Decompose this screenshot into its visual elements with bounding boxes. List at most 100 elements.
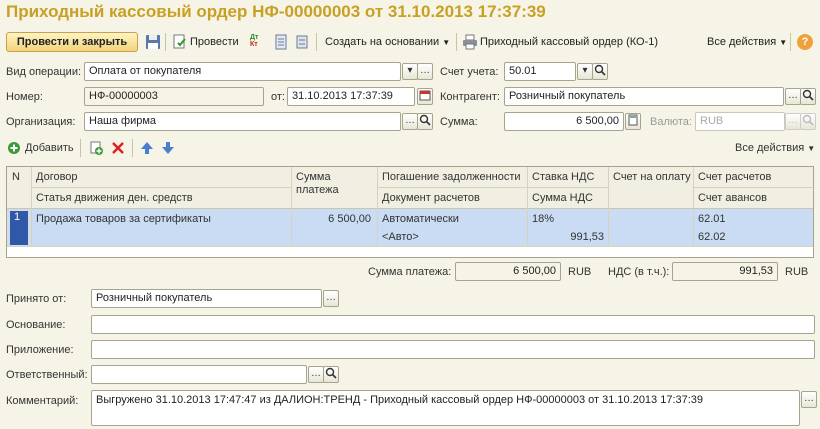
cell-advance-account[interactable]: 62.02 — [695, 231, 726, 243]
cell-settlement-doc[interactable]: <Авто> — [379, 231, 419, 243]
col-header-invoice[interactable]: Счет на оплату — [610, 171, 691, 183]
received-from-field[interactable]: Розничный покупатель — [91, 289, 322, 308]
col-header-vat-rate[interactable]: Ставка НДС — [529, 171, 594, 183]
col-header-contract[interactable]: Договор — [33, 171, 78, 183]
search-icon[interactable] — [592, 63, 608, 80]
received-from-label: Принято от: — [6, 293, 67, 305]
add-row-button[interactable]: Добавить — [25, 142, 74, 154]
table-all-actions-label: Все действия — [735, 142, 805, 154]
chevron-down-icon: ▼ — [442, 38, 451, 47]
red-x-icon[interactable] — [110, 140, 126, 156]
table-all-actions-menu[interactable]: Все действия ▼ — [735, 142, 815, 154]
cell-payment-sum[interactable]: 6 500,00 — [293, 213, 373, 225]
arrow-down-icon[interactable] — [160, 140, 176, 156]
post-and-close-button[interactable]: Провести и закрыть — [6, 32, 138, 52]
counterparty-select-button[interactable]: … — [785, 88, 801, 105]
col-header-settle-account[interactable]: Счет расчетов — [695, 171, 771, 183]
attachment-field[interactable] — [91, 340, 815, 359]
plus-circle-icon[interactable] — [7, 141, 21, 155]
number-field[interactable]: НФ-00000003 — [84, 87, 264, 106]
responsible-field[interactable] — [91, 365, 307, 384]
calculator-icon[interactable] — [625, 113, 641, 130]
col-header-advance-account[interactable]: Счет авансов — [695, 192, 767, 204]
total-vat-field: 991,53 — [672, 262, 778, 281]
cell-contract[interactable]: Продажа товаров за сертификаты — [33, 213, 211, 225]
attachment-label: Приложение: — [6, 344, 74, 356]
print-form-button[interactable]: Приходный кассовый ордер (КО-1) — [480, 32, 658, 52]
column-divider — [608, 167, 609, 246]
account-dropdown-button[interactable]: ▾ — [577, 63, 593, 80]
total-vat-label: НДС (в т.ч.): — [608, 266, 670, 278]
total-payment-label: Сумма платежа: — [368, 266, 452, 278]
currency-select-button: … — [785, 113, 801, 130]
total-vat-currency: RUB — [785, 266, 809, 278]
currency-label: Валюта: — [650, 116, 692, 128]
account-field[interactable]: 50.01 — [504, 62, 576, 81]
search-icon — [800, 113, 816, 130]
toolbar-separator — [456, 33, 457, 51]
operation-field[interactable]: Оплата от покупателя — [84, 62, 401, 81]
search-icon[interactable] — [417, 113, 433, 130]
column-divider — [31, 167, 32, 246]
post-button[interactable]: Провести — [190, 32, 239, 52]
counterparty-label: Контрагент: — [440, 91, 500, 103]
organization-field[interactable]: Наша фирма — [84, 112, 401, 131]
number-label: Номер: — [6, 91, 43, 103]
column-divider — [377, 167, 378, 246]
comment-open-button[interactable]: … — [801, 391, 817, 408]
col-header-settlement-doc[interactable]: Документ расчетов — [379, 192, 480, 204]
copy-add-icon[interactable] — [88, 140, 104, 156]
structure-icon[interactable] — [294, 34, 310, 50]
sum-field[interactable]: 6 500,00 — [504, 112, 624, 131]
calendar-icon[interactable] — [417, 88, 433, 105]
header-divider — [377, 187, 608, 188]
chevron-down-icon: ▼ — [807, 144, 816, 153]
create-based-on-button[interactable]: Создать на основании ▼ — [325, 32, 450, 52]
help-icon[interactable]: ? — [797, 34, 813, 50]
create-based-on-label: Создать на основании — [325, 36, 440, 48]
operation-open-button[interactable]: … — [417, 63, 433, 80]
operation-label: Вид операции: — [6, 66, 82, 78]
search-icon[interactable] — [323, 366, 339, 383]
col-header-n[interactable]: N — [9, 171, 20, 183]
cell-settle-account[interactable]: 62.01 — [695, 213, 726, 225]
toolbar-separator — [316, 33, 317, 51]
col-header-repayment[interactable]: Погашение задолженности — [379, 171, 521, 183]
cell-vat-sum[interactable]: 991,53 — [529, 231, 606, 243]
row-number-cell[interactable]: 1 — [10, 211, 28, 245]
post-document-icon[interactable] — [172, 34, 188, 50]
cell-repayment[interactable]: Автоматически — [379, 213, 459, 225]
column-divider — [291, 167, 292, 246]
col-header-vat-sum[interactable]: Сумма НДС — [529, 192, 593, 204]
basis-field[interactable] — [91, 315, 815, 334]
report-list-icon[interactable] — [273, 34, 289, 50]
received-from-select-button[interactable]: … — [323, 290, 339, 307]
currency-field: RUB — [695, 112, 785, 131]
cell-vat-rate[interactable]: 18% — [529, 213, 554, 225]
floppy-disk-icon[interactable] — [145, 34, 161, 50]
debit-credit-icon[interactable]: Дт Кт — [250, 34, 266, 50]
payments-table[interactable]: 1 N Договор Статья движения ден. средств… — [6, 166, 815, 258]
all-actions-label: Все действия — [707, 36, 777, 48]
responsible-label: Ответственный: — [6, 369, 88, 381]
col-header-payment-sum[interactable]: Сумма платежа — [293, 171, 373, 197]
toolbar-separator — [132, 139, 133, 157]
printer-icon[interactable] — [462, 34, 478, 50]
responsible-select-button[interactable]: … — [308, 366, 324, 383]
operation-dropdown-button[interactable]: ▾ — [402, 63, 418, 80]
account-label: Счет учета: — [440, 66, 499, 78]
header-divider — [31, 187, 291, 188]
header-divider — [693, 187, 815, 188]
all-actions-menu[interactable]: Все действия ▼ — [707, 32, 787, 52]
comment-field[interactable]: Выгружено 31.10.2013 17:47:47 из ДАЛИОН:… — [91, 390, 800, 426]
search-icon[interactable] — [800, 88, 816, 105]
organization-select-button[interactable]: … — [402, 113, 418, 130]
toolbar-separator — [165, 33, 166, 51]
sum-label: Сумма: — [440, 116, 478, 128]
arrow-up-icon[interactable] — [139, 140, 155, 156]
counterparty-field[interactable]: Розничный покупатель — [504, 87, 784, 106]
date-label: от: — [271, 91, 285, 103]
toolbar-separator — [790, 33, 791, 51]
col-header-cash-flow[interactable]: Статья движения ден. средств — [33, 192, 193, 204]
date-field[interactable]: 31.10.2013 17:37:39 — [287, 87, 415, 106]
